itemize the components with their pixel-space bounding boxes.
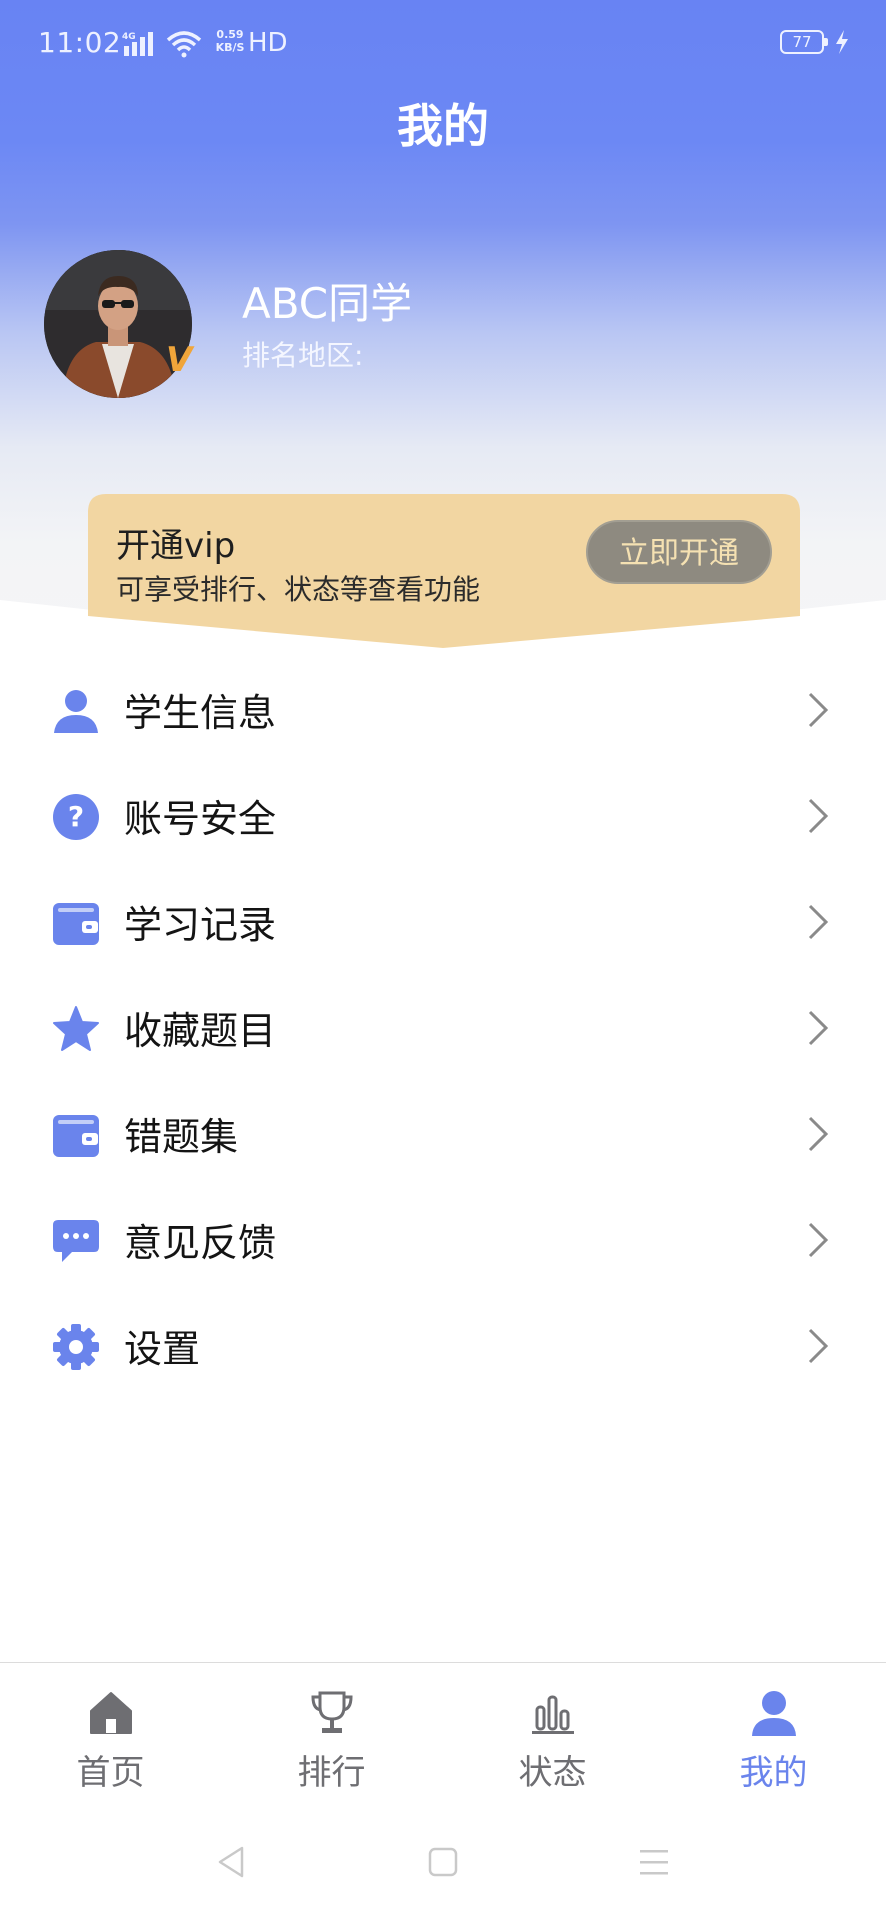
chevron-right-icon — [808, 1116, 829, 1152]
chevron-right-icon — [808, 692, 829, 728]
tab-mine[interactable]: 我的 — [663, 1663, 884, 1813]
page-title: 我的 — [397, 99, 489, 153]
network-type: 4G — [122, 32, 136, 42]
chevron-right-icon — [808, 1010, 829, 1046]
battery-level: 77 — [792, 33, 812, 51]
activate-vip-button[interactable]: 立即开通 — [586, 520, 772, 584]
menu-item-label: 意见反馈 — [124, 1221, 277, 1265]
menu-item-account-security[interactable]: ? 账号安全 — [0, 762, 886, 868]
speed-unit: KB/S — [215, 41, 245, 54]
signal-icon: 4G — [122, 32, 153, 56]
menu-item-settings[interactable]: 设置 — [0, 1292, 886, 1398]
status-bar: 11:02 4G 0.59 KB/S HD 77 — [0, 0, 886, 90]
menu-item-label: 设置 — [124, 1327, 201, 1371]
menu-item-favorites[interactable]: 收藏题目 — [0, 974, 886, 1080]
star-icon — [53, 1006, 99, 1051]
bottom-nav: 首页 排行 状态 我的 — [0, 1662, 886, 1813]
menu-item-student-info[interactable]: 学生信息 — [0, 656, 886, 762]
tab-label: 排行 — [297, 1753, 366, 1793]
chevron-right-icon — [808, 1328, 829, 1364]
menu-item-label: 收藏题目 — [124, 1009, 277, 1053]
chevron-right-icon — [808, 1222, 829, 1258]
back-triangle-icon[interactable] — [212, 1842, 252, 1882]
ranking-region: 排名地区: — [242, 339, 364, 372]
gear-icon — [53, 1324, 99, 1370]
wallet-icon — [53, 903, 99, 945]
tab-label: 我的 — [739, 1753, 808, 1793]
menu-item-label: 学习记录 — [124, 903, 277, 947]
vip-title: 开通vip — [116, 526, 236, 566]
tab-status[interactable]: 状态 — [442, 1663, 663, 1813]
chat-bubble-icon — [53, 1220, 99, 1262]
wifi-icon — [166, 31, 202, 58]
vip-description: 可享受排行、状态等查看功能 — [116, 573, 481, 606]
username: ABC同学 — [242, 279, 413, 328]
menu-lines-icon[interactable] — [634, 1842, 674, 1882]
tab-label: 状态 — [518, 1753, 587, 1793]
status-time: 11:02 — [38, 26, 122, 59]
menu-item-label: 学生信息 — [124, 691, 277, 735]
system-nav-bar — [0, 1812, 886, 1920]
charging-icon — [836, 30, 848, 54]
menu-item-wrong-questions[interactable]: 错题集 — [0, 1080, 886, 1186]
menu-item-study-record[interactable]: 学习记录 — [0, 868, 886, 974]
home-square-icon[interactable] — [423, 1842, 463, 1882]
user-icon — [54, 690, 98, 733]
home-icon — [90, 1692, 132, 1734]
network-speed: 0.59 KB/S — [210, 28, 250, 54]
user-icon — [752, 1691, 796, 1736]
svg-text:?: ? — [68, 800, 84, 833]
speed-value: 0.59 — [216, 28, 244, 41]
menu-item-label: 账号安全 — [124, 797, 277, 841]
wallet-icon — [53, 1115, 99, 1157]
trophy-icon — [311, 1691, 353, 1733]
menu-item-feedback[interactable]: 意见反馈 — [0, 1186, 886, 1292]
question-circle-icon: ? — [53, 794, 99, 840]
battery-icon: 77 — [780, 30, 828, 54]
chevron-right-icon — [808, 798, 829, 834]
chevron-right-icon — [808, 904, 829, 940]
hd-indicator: HD — [248, 28, 288, 58]
menu-item-label: 错题集 — [124, 1115, 239, 1159]
vip-badge: V — [166, 340, 193, 380]
tab-label: 首页 — [76, 1753, 145, 1793]
tab-ranking[interactable]: 排行 — [221, 1663, 442, 1813]
tab-home[interactable]: 首页 — [0, 1663, 221, 1813]
bar-chart-icon — [532, 1695, 574, 1734]
